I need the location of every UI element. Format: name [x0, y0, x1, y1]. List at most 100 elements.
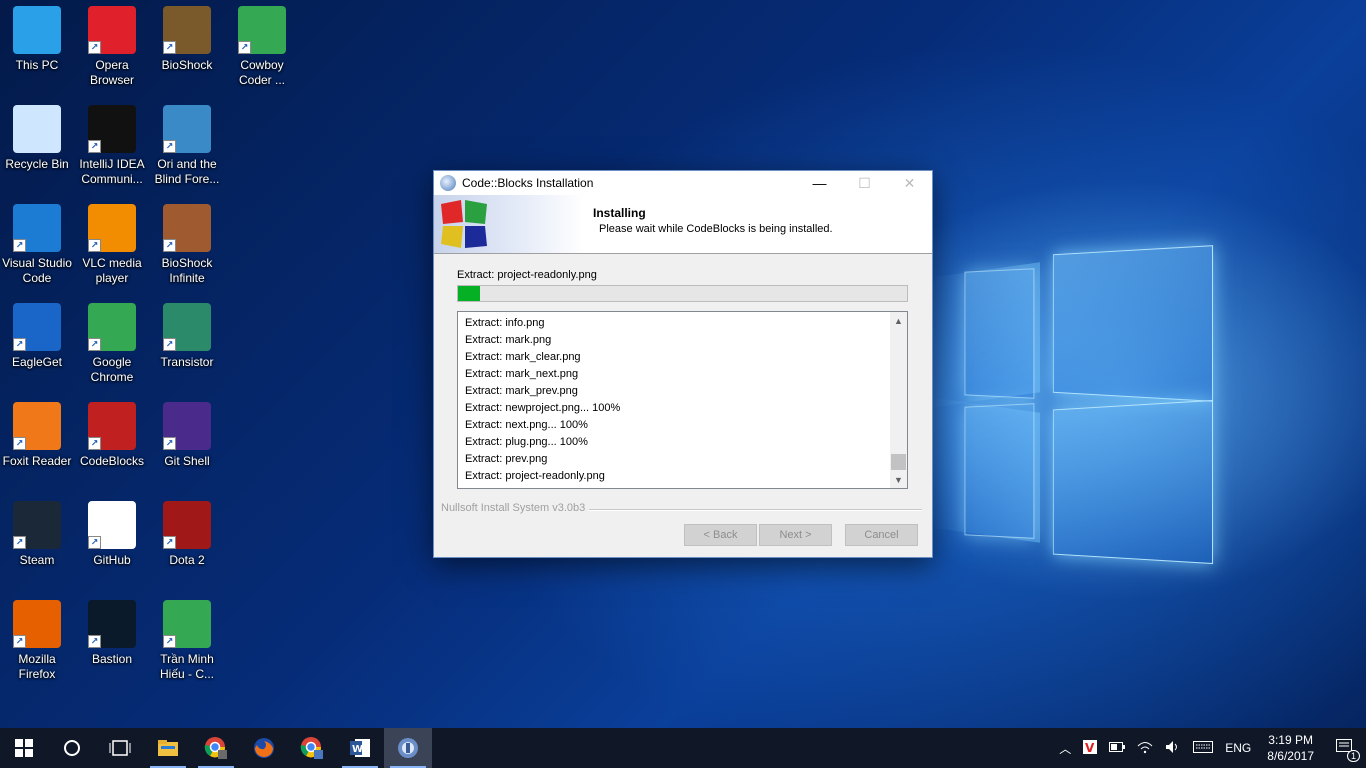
scroll-up-icon[interactable]: ▲	[890, 312, 907, 329]
desktop-icon-label: Mozilla Firefox	[18, 652, 56, 681]
desktop-icon[interactable]: ↗ Trần Minh Hiếu - C...	[150, 594, 224, 690]
desktop-icon[interactable]: ↗ Dota 2	[150, 495, 224, 591]
shortcut-arrow-icon: ↗	[13, 338, 26, 351]
log-line: Extract: mark.png	[465, 334, 552, 346]
log-line: Extract: info.png	[465, 317, 545, 329]
desktop-icon[interactable]: ↗ Visual Studio Code	[0, 198, 74, 294]
desktop-icon[interactable]: ↗ GitHub	[75, 495, 149, 591]
opera-icon: ↗	[88, 6, 136, 54]
ori-icon: ↗	[163, 105, 211, 153]
log-list: Extract: info.png Extract: mark.png Extrac…	[458, 312, 907, 485]
scroll-thumb[interactable]	[891, 454, 906, 470]
clock-time: 3:19 PM	[1268, 733, 1313, 747]
shortcut-arrow-icon: ↗	[163, 239, 176, 252]
task-view-button[interactable]	[96, 728, 144, 768]
vivaldi-tray-icon[interactable]: V	[1077, 739, 1103, 757]
desktop-icon[interactable]: ↗ Transistor	[150, 297, 224, 393]
desktop-icon-label: Cowboy Coder ...	[238, 58, 286, 87]
title-bar[interactable]: Code::Blocks Installation — ☐ ✕	[434, 171, 932, 195]
header-panel: Installing Please wait while CodeBlocks …	[434, 195, 932, 254]
vscode-icon: ↗	[13, 204, 61, 252]
svg-text:W: W	[352, 744, 363, 755]
desktop-icon[interactable]: ↗ Ori and the Blind Fore...	[150, 99, 224, 195]
header-subtitle: Please wait while CodeBlocks is being in…	[599, 223, 833, 235]
this-pc-icon	[13, 6, 61, 54]
current-status: Extract: project-readonly.png	[457, 269, 597, 281]
shortcut-arrow-icon: ↗	[238, 41, 251, 54]
desktop-icon[interactable]: This PC	[0, 0, 74, 96]
desktop-icon[interactable]: ↗ CodeBlocks	[75, 396, 149, 492]
desktop-icon[interactable]: ↗ Opera Browser	[75, 0, 149, 96]
desktop-icon[interactable]: ↗ BioShock Infinite	[150, 198, 224, 294]
desktop-icon[interactable]: ↗ VLC media player	[75, 198, 149, 294]
git-shell-icon: ↗	[163, 402, 211, 450]
desktop-icon[interactable]: ↗ Bastion	[75, 594, 149, 690]
clock[interactable]: 3:19 PM 8/6/2017	[1257, 732, 1324, 764]
keyboard-icon[interactable]	[1187, 740, 1219, 756]
taskbar-installer[interactable]	[384, 728, 432, 768]
desktop-icon-label: CodeBlocks	[79, 454, 145, 468]
cortana-search-button[interactable]	[48, 728, 96, 768]
bioshock-infinite-icon: ↗	[163, 204, 211, 252]
desktop-icon-label: Bastion	[91, 652, 133, 666]
steam-icon: ↗	[13, 501, 61, 549]
word-icon: W	[350, 739, 370, 757]
desktop-icon-label: EagleGet	[11, 355, 63, 369]
log-line: Extract: project-readonly.png	[465, 470, 605, 482]
desktop-icon-label: Dota 2	[169, 553, 205, 567]
language-indicator[interactable]: ENG	[1219, 741, 1257, 755]
desktop-icon-label: GitHub	[93, 553, 131, 567]
taskbar-firefox[interactable]	[240, 728, 288, 768]
desktop-icon[interactable]: ↗ EagleGet	[0, 297, 74, 393]
scroll-down-icon[interactable]: ▼	[890, 471, 907, 488]
volume-icon[interactable]	[1159, 740, 1187, 757]
desktop-icon-label: This PC	[15, 58, 59, 72]
shortcut-arrow-icon: ↗	[88, 338, 101, 351]
chrome-profile-icon: ↗	[163, 600, 211, 648]
minimize-button[interactable]: —	[797, 171, 842, 195]
battery-icon[interactable]	[1103, 741, 1131, 755]
desktop-icon[interactable]: ↗ Google Chrome	[75, 297, 149, 393]
chrome-icon	[300, 737, 323, 759]
log-line: Extract: mark_clear.png	[465, 351, 581, 363]
action-center-button[interactable]: 1	[1324, 738, 1366, 762]
shortcut-arrow-icon: ↗	[163, 635, 176, 648]
taskbar-chrome[interactable]	[288, 728, 336, 768]
wifi-icon[interactable]	[1131, 740, 1159, 757]
details-log[interactable]: Extract: info.png Extract: mark.png Extrac…	[457, 311, 908, 489]
firefox-icon	[254, 738, 274, 758]
chevron-up-icon[interactable]: ︿	[1053, 740, 1077, 757]
nsis-branding: Nullsoft Install System v3.0b3	[441, 502, 586, 514]
log-line: Extract: prev.png	[465, 453, 548, 465]
taskbar-chrome-profile[interactable]	[192, 728, 240, 768]
desktop-icon[interactable]: ↗ Git Shell	[150, 396, 224, 492]
desktop-icon[interactable]: ↗ Foxit Reader	[0, 396, 74, 492]
chrome-profile-icon: ↗	[238, 6, 286, 54]
desktop-icon[interactable]: ↗ Steam	[0, 495, 74, 591]
branding-divider	[589, 509, 922, 511]
maximize-button[interactable]: ☐	[842, 171, 887, 195]
header-title: Installing	[593, 206, 646, 220]
start-button[interactable]	[0, 728, 48, 768]
installer-dialog: Code::Blocks Installation — ☐ ✕ Installi…	[433, 170, 933, 558]
desktop-icon[interactable]: Recycle Bin	[0, 99, 74, 195]
cancel-button[interactable]: Cancel	[845, 524, 918, 546]
back-button[interactable]: < Back	[684, 524, 757, 546]
log-scrollbar[interactable]: ▲ ▼	[890, 312, 907, 488]
shortcut-arrow-icon: ↗	[13, 239, 26, 252]
desktop-icon-label: Git Shell	[164, 454, 210, 468]
desktop-icon-label: Opera Browser	[89, 58, 134, 87]
eagleget-icon: ↗	[13, 303, 61, 351]
close-button[interactable]: ✕	[887, 171, 932, 195]
progress-fill	[458, 286, 481, 301]
taskbar-word[interactable]: W	[336, 728, 384, 768]
desktop-icon[interactable]: ↗ Mozilla Firefox	[0, 594, 74, 690]
next-button[interactable]: Next >	[759, 524, 832, 546]
shortcut-arrow-icon: ↗	[88, 437, 101, 450]
desktop-icon[interactable]: ↗ Cowboy Coder ...	[225, 0, 299, 96]
desktop-icon[interactable]: ↗ IntelliJ IDEA Communi...	[75, 99, 149, 195]
desktop-icon[interactable]: ↗ BioShock	[150, 0, 224, 96]
window-title: Code::Blocks Installation	[462, 176, 594, 190]
log-line: Extract: plug.png... 100%	[465, 436, 588, 448]
taskbar-file-explorer[interactable]	[144, 728, 192, 768]
